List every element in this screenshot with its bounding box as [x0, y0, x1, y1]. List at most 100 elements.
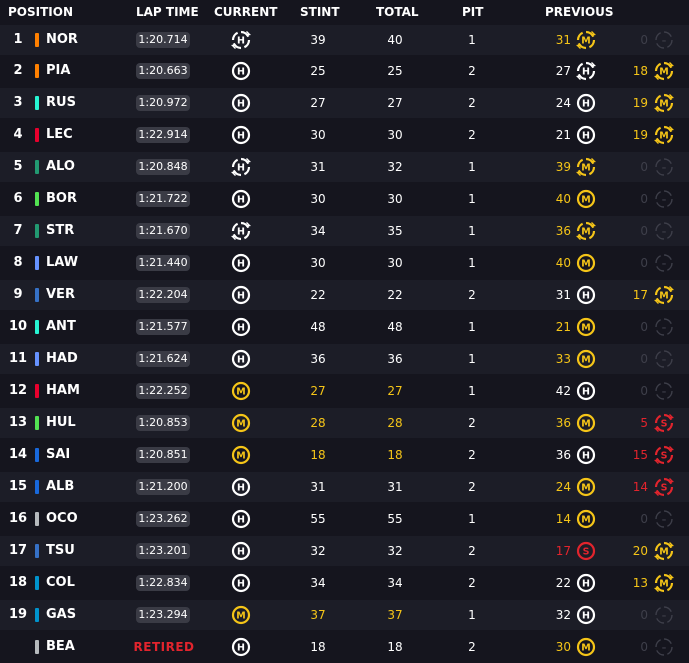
- previous-stint-laps: 27: [555, 64, 571, 79]
- pit-count: 2: [468, 543, 476, 558]
- table-row[interactable]: 5 ALO 1:20.848 H 31 32 1 39 M 0 –: [0, 152, 689, 183]
- svg-text:M: M: [236, 450, 245, 461]
- total-laps: 32: [387, 543, 403, 558]
- header-total[interactable]: TOTAL: [376, 5, 419, 19]
- older-stint-laps: 0: [640, 32, 648, 47]
- driver-abbreviation: ALB: [46, 478, 75, 494]
- svg-text:H: H: [237, 291, 245, 302]
- position-number: 1: [13, 31, 23, 47]
- older-tyre-icon: –: [654, 605, 674, 625]
- team-color-bar: [35, 415, 39, 430]
- older-tyre-icon: M: [654, 285, 674, 305]
- svg-text:M: M: [236, 610, 245, 621]
- table-row[interactable]: 9 VER 1:22.204 H 22 22 2 31 H 17 M: [0, 280, 689, 311]
- table-row[interactable]: 10 ANT 1:21.577 H 48 48 1 21 M 0 –: [0, 312, 689, 343]
- current-tyre-icon: H: [231, 30, 251, 50]
- svg-text:H: H: [582, 131, 590, 142]
- previous-tyre-icon: H: [576, 93, 596, 113]
- current-tyre-icon: M: [231, 413, 251, 433]
- table-row[interactable]: 1 NOR 1:20.714 H 39 40 1 31 M 0 –: [0, 24, 689, 55]
- table-row[interactable]: 3 RUS 1:20.972 H 27 27 2 24 H 19 M: [0, 88, 689, 119]
- previous-stint-laps: 33: [555, 352, 571, 366]
- table-row[interactable]: 19 GAS 1:23.294 M 37 37 1 32 H 0 –: [0, 599, 689, 630]
- header-pit[interactable]: PIT: [462, 5, 483, 19]
- table-row[interactable]: 7 STR 1:21.670 H 34 35 1 36 M 0 –: [0, 216, 689, 247]
- pit-count: 1: [468, 511, 476, 526]
- older-tyre-icon: –: [654, 157, 674, 177]
- current-tyre-icon: H: [231, 189, 251, 209]
- previous-stint-laps: 31: [555, 32, 571, 47]
- pit-count: 2: [468, 64, 476, 79]
- previous-stint-laps: 36: [555, 224, 571, 239]
- table-row[interactable]: 16 OCO 1:23.262 H 55 55 1 14 M 0 –: [0, 503, 689, 534]
- svg-text:M: M: [581, 163, 590, 174]
- lap-time-badge: 1:21.722: [136, 191, 190, 208]
- header-position[interactable]: POSITION: [8, 5, 73, 19]
- total-laps: 31: [387, 479, 403, 494]
- driver-abbreviation: SAI: [46, 446, 71, 462]
- table-row[interactable]: 2 PIA 1:20.663 H 25 25 2 27 H 18 M: [0, 56, 689, 87]
- older-tyre-icon: M: [654, 541, 674, 561]
- table-row[interactable]: 13 HUL 1:20.853 M 28 28 2 36 M 5 S: [0, 407, 689, 438]
- svg-text:H: H: [237, 546, 245, 557]
- table-row[interactable]: 17 TSU 1:23.201 H 32 32 2 17 S 20 M: [0, 535, 689, 566]
- total-laps: 40: [387, 32, 403, 47]
- svg-text:M: M: [659, 546, 668, 557]
- current-tyre-icon: H: [231, 125, 251, 145]
- stint-laps: 27: [310, 96, 326, 111]
- position-number: 4: [13, 127, 23, 143]
- driver-abbreviation: COL: [46, 574, 75, 590]
- table-row[interactable]: 15 ALB 1:21.200 H 31 31 2 24 M 14 S: [0, 471, 689, 502]
- previous-tyre-icon: M: [576, 509, 596, 529]
- driver-abbreviation: ANT: [46, 319, 76, 335]
- table-row[interactable]: BEA RETIRED H 18 18 2 30 M 0 –: [0, 631, 689, 662]
- previous-stint-laps: 40: [555, 256, 571, 271]
- team-color-bar: [35, 543, 39, 558]
- header-stint[interactable]: STINT: [300, 5, 340, 19]
- stint-laps: 55: [310, 511, 326, 526]
- older-tyre-icon: M: [654, 125, 674, 145]
- header-previous[interactable]: PREVIOUS: [545, 5, 614, 19]
- driver-abbreviation: RUS: [46, 95, 76, 111]
- pit-count: 1: [468, 192, 476, 207]
- stint-laps: 48: [310, 320, 326, 335]
- team-color-bar: [35, 32, 39, 47]
- previous-stint-laps: 36: [555, 447, 571, 462]
- pit-count: 2: [468, 447, 476, 462]
- lap-time-badge: 1:20.663: [136, 63, 190, 80]
- table-row[interactable]: 14 SAI 1:20.851 M 18 18 2 36 H 15 S: [0, 439, 689, 470]
- svg-text:M: M: [581, 195, 590, 206]
- svg-text:M: M: [581, 418, 590, 429]
- previous-stint-laps: 31: [555, 288, 571, 303]
- current-tyre-icon: H: [231, 93, 251, 113]
- previous-tyre-icon: M: [576, 30, 596, 50]
- older-stint-laps: 19: [632, 96, 648, 111]
- header-lap-time[interactable]: LAP TIME: [136, 5, 199, 19]
- driver-abbreviation: BEA: [46, 638, 75, 654]
- svg-text:H: H: [582, 67, 590, 78]
- retired-label: RETIRED: [133, 639, 195, 654]
- header-current[interactable]: CURRENT: [214, 5, 277, 19]
- svg-text:–: –: [662, 196, 667, 206]
- team-color-bar: [35, 447, 39, 462]
- table-row[interactable]: 12 HAM 1:22.252 M 27 27 1 42 H 0 –: [0, 375, 689, 406]
- table-row[interactable]: 18 COL 1:22.834 H 34 34 2 22 H 13 M: [0, 567, 689, 598]
- stint-laps: 31: [310, 160, 326, 175]
- table-row[interactable]: 8 LAW 1:21.440 H 30 30 1 40 M 0 –: [0, 248, 689, 279]
- table-row[interactable]: 4 LEC 1:22.914 H 30 30 2 21 H 19 M: [0, 120, 689, 151]
- svg-text:H: H: [237, 67, 245, 78]
- table-row[interactable]: 11 HAD 1:21.624 H 36 36 1 33 M 0 –: [0, 344, 689, 374]
- svg-text:–: –: [662, 515, 667, 525]
- team-color-bar: [35, 192, 39, 207]
- svg-text:M: M: [581, 323, 590, 334]
- total-laps: 18: [387, 639, 403, 654]
- table-row[interactable]: 6 BOR 1:21.722 H 30 30 1 40 M 0 –: [0, 184, 689, 215]
- total-laps: 48: [387, 320, 403, 335]
- svg-text:H: H: [237, 355, 245, 366]
- total-laps: 27: [387, 96, 403, 111]
- position-number: 14: [8, 446, 28, 462]
- older-tyre-icon: –: [654, 253, 674, 273]
- svg-text:M: M: [581, 642, 590, 653]
- svg-text:S: S: [583, 546, 590, 557]
- previous-tyre-icon: M: [576, 413, 596, 433]
